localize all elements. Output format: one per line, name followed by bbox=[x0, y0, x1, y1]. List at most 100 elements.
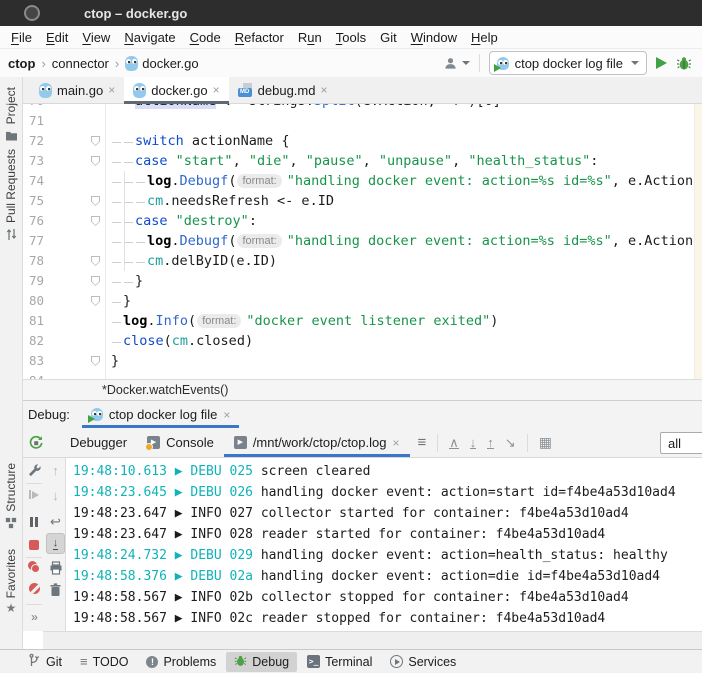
code-token: cm bbox=[147, 253, 163, 269]
stop-button[interactable] bbox=[22, 540, 46, 550]
line-number[interactable]: 73 bbox=[22, 151, 69, 171]
pause-button[interactable] bbox=[22, 517, 46, 527]
fold-marker-icon[interactable] bbox=[91, 136, 100, 146]
fold-marker-icon[interactable] bbox=[91, 356, 100, 366]
code-token: } bbox=[135, 273, 143, 289]
print-icon[interactable] bbox=[46, 561, 65, 575]
fold-marker-icon[interactable] bbox=[91, 276, 100, 286]
menu-window[interactable]: Window bbox=[404, 30, 464, 45]
line-number[interactable]: 71 bbox=[22, 111, 69, 131]
tool-window-button-label: Structure bbox=[4, 463, 18, 512]
grid-view-icon[interactable]: ▦ bbox=[539, 434, 552, 451]
fold-marker-icon[interactable] bbox=[91, 216, 100, 226]
fold-marker-icon[interactable] bbox=[91, 196, 100, 206]
breadcrumb-item-docker-go[interactable]: docker.go bbox=[125, 56, 198, 71]
debug-tab-debugger[interactable]: Debugger bbox=[60, 428, 137, 457]
view-breakpoints-icon[interactable] bbox=[22, 561, 46, 573]
tab-whitespace-icon bbox=[111, 275, 123, 285]
menu-refactor[interactable]: Refactor bbox=[228, 30, 291, 45]
line-number[interactable]: 79 bbox=[22, 271, 69, 291]
line-number[interactable]: 75 bbox=[22, 191, 69, 211]
editor-tab-docker-go[interactable]: docker.go× bbox=[124, 77, 228, 103]
debug-tab--mnt-work-ctop-ctop-log[interactable]: /mnt/work/ctop/ctop.log× bbox=[224, 428, 410, 457]
resume-button[interactable] bbox=[22, 490, 46, 499]
tool-window-button-pull-requests[interactable]: Pull Requests bbox=[0, 149, 22, 246]
tool-window-button-structure[interactable]: Structure bbox=[0, 463, 22, 534]
line-number[interactable]: 81 bbox=[22, 311, 69, 331]
scroll-down-icon[interactable]: ↓ bbox=[470, 437, 477, 449]
line-number[interactable]: 82 bbox=[22, 331, 69, 351]
code-token: "docker event listener exited" bbox=[246, 313, 490, 329]
statusbar-item-services[interactable]: Services bbox=[382, 653, 464, 671]
tool-window-button-favorites[interactable]: Favorites★ bbox=[0, 549, 22, 614]
code-token: Split bbox=[314, 104, 355, 109]
editor-tab-main-go[interactable]: main.go× bbox=[30, 77, 124, 103]
user-account-icon[interactable] bbox=[443, 56, 470, 71]
line-number[interactable]: 76 bbox=[22, 211, 69, 231]
line-number[interactable]: 78 bbox=[22, 251, 69, 271]
menu-code[interactable]: Code bbox=[183, 30, 228, 45]
soft-wrap-icon[interactable]: ↩ bbox=[46, 514, 65, 530]
menu-run[interactable]: Run bbox=[291, 30, 329, 45]
gutter-fold-area bbox=[69, 104, 105, 111]
line-number[interactable]: 72 bbox=[22, 131, 69, 151]
close-icon[interactable]: × bbox=[213, 84, 220, 96]
window-control-icon[interactable] bbox=[24, 5, 40, 21]
editor-tab-debug-md[interactable]: MDdebug.md× bbox=[229, 77, 337, 103]
fold-marker-icon[interactable] bbox=[91, 296, 100, 306]
scroll-to-end-icon[interactable]: ↓ bbox=[46, 533, 65, 554]
menu-view[interactable]: View bbox=[75, 30, 117, 45]
fold-marker-icon[interactable] bbox=[91, 256, 100, 266]
rerun-button[interactable] bbox=[28, 435, 44, 456]
menu-navigate[interactable]: Navigate bbox=[117, 30, 182, 45]
line-number[interactable]: 83 bbox=[22, 351, 69, 371]
clear-console-icon[interactable] bbox=[46, 583, 65, 597]
menu-edit[interactable]: Edit bbox=[39, 30, 75, 45]
statusbar-item-terminal[interactable]: >_Terminal bbox=[299, 653, 380, 671]
breadcrumb-item-ctop[interactable]: ctop bbox=[8, 56, 35, 71]
tool-window-button-project[interactable]: Project bbox=[0, 87, 22, 146]
code-line: 73case "start", "die", "pause", "unpause… bbox=[22, 151, 702, 171]
line-number[interactable]: 84 bbox=[22, 371, 69, 379]
debug-session-tab[interactable]: ctop docker log file × bbox=[82, 401, 239, 428]
navigation-toolbar: ctop›connector›docker.go ctop docker log… bbox=[0, 49, 702, 77]
console-scrollbar-strip[interactable] bbox=[43, 631, 702, 649]
menu-git[interactable]: Git bbox=[373, 30, 404, 45]
close-icon[interactable]: × bbox=[320, 84, 327, 96]
run-configuration-select[interactable]: ctop docker log file bbox=[489, 51, 647, 75]
scroll-up-icon[interactable]: ↑ bbox=[487, 437, 494, 449]
sticky-context-bar: *Docker.watchEvents() bbox=[22, 379, 702, 401]
statusbar-item-git[interactable]: Git bbox=[20, 651, 70, 672]
options-menu-icon[interactable]: ≡ bbox=[418, 434, 427, 451]
mute-breakpoints-icon[interactable] bbox=[22, 583, 46, 594]
line-number[interactable]: 70 bbox=[22, 104, 69, 111]
menu-help[interactable]: Help bbox=[464, 30, 505, 45]
close-icon[interactable]: × bbox=[223, 409, 230, 421]
debug-button[interactable] bbox=[676, 55, 692, 71]
next-occurrence-icon[interactable]: ↓ bbox=[46, 488, 65, 503]
debug-tab-console[interactable]: Console bbox=[137, 428, 224, 457]
line-number[interactable]: 74 bbox=[22, 171, 69, 191]
fold-marker-icon[interactable] bbox=[91, 156, 100, 166]
statusbar-item-problems[interactable]: !Problems bbox=[138, 653, 224, 671]
code-editor[interactable]: 70actionName := strings.Split(e.Action, … bbox=[22, 104, 702, 379]
editor-tab-bar: main.go×docker.go×MDdebug.md× bbox=[22, 77, 702, 104]
prev-occurrence-icon[interactable]: ↑ bbox=[46, 463, 65, 478]
console-log-output[interactable]: 19:48:10.613 ▶ DEBU 025 screen cleared19… bbox=[66, 458, 702, 631]
log-level-filter[interactable]: all bbox=[660, 432, 702, 454]
menu-file[interactable]: File bbox=[4, 30, 39, 45]
settings-wrench-icon[interactable] bbox=[22, 463, 46, 477]
expand-all-icon[interactable]: ∧ bbox=[449, 437, 459, 449]
more-actions-icon[interactable]: » bbox=[22, 610, 46, 624]
statusbar-item-todo[interactable]: ≡TODO bbox=[72, 653, 136, 671]
statusbar-item-debug[interactable]: Debug bbox=[226, 652, 297, 672]
close-icon[interactable]: × bbox=[392, 437, 399, 449]
run-button[interactable] bbox=[656, 57, 667, 69]
menu-mnemonic: W bbox=[411, 30, 423, 45]
goto-end-icon[interactable]: ↘ bbox=[505, 435, 516, 451]
line-number[interactable]: 77 bbox=[22, 231, 69, 251]
line-number[interactable]: 80 bbox=[22, 291, 69, 311]
breadcrumb-item-connector[interactable]: connector bbox=[52, 56, 109, 71]
menu-tools[interactable]: Tools bbox=[329, 30, 373, 45]
close-icon[interactable]: × bbox=[108, 84, 115, 96]
